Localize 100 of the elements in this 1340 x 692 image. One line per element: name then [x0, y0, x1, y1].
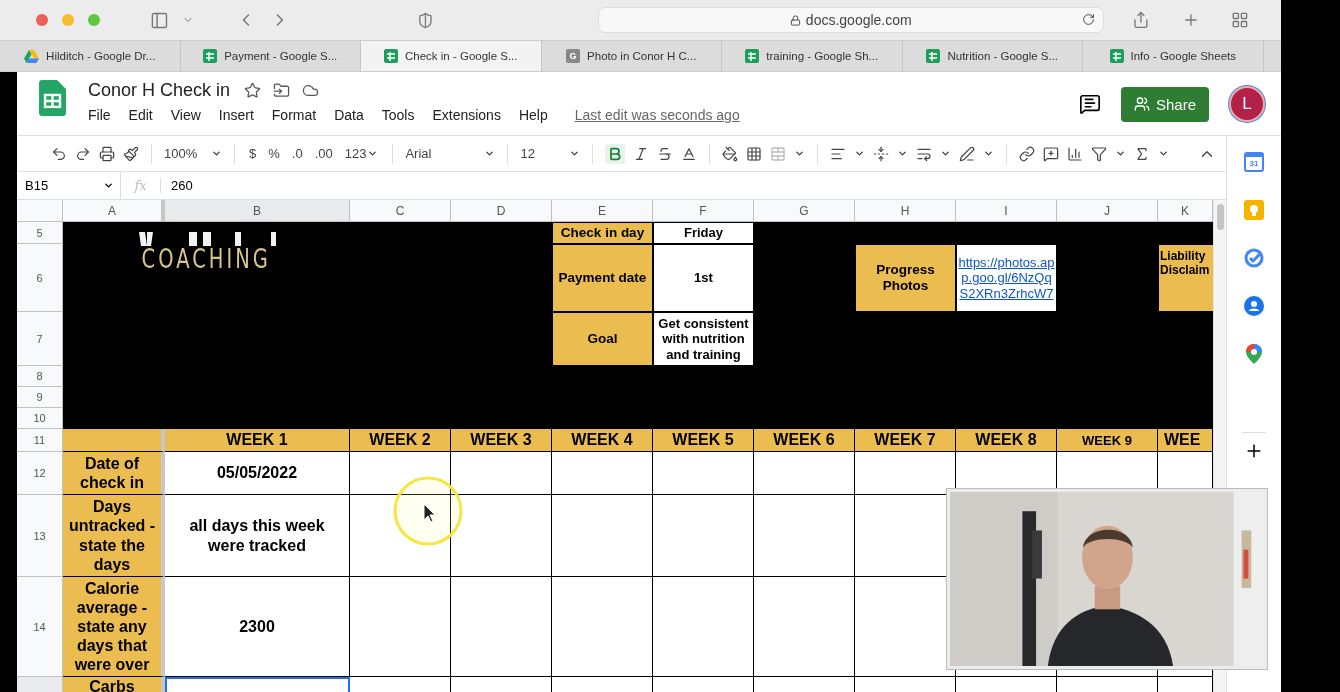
font-select[interactable]: Arial: [405, 146, 496, 161]
caret-icon[interactable]: [794, 148, 806, 159]
zoom-select[interactable]: 100%: [164, 146, 222, 161]
table-cell[interactable]: [350, 452, 451, 495]
redo-icon[interactable]: [75, 145, 91, 162]
column-header[interactable]: B: [165, 200, 350, 222]
table-cell[interactable]: [552, 495, 653, 577]
table-cell[interactable]: [653, 452, 754, 495]
table-cell[interactable]: [653, 577, 754, 677]
reload-icon[interactable]: [1081, 13, 1095, 26]
table-cell[interactable]: [552, 452, 653, 495]
strikethrough-icon[interactable]: [657, 145, 674, 162]
caret-icon[interactable]: [940, 148, 952, 159]
table-cell[interactable]: [754, 452, 855, 495]
paint-format-icon[interactable]: [123, 145, 139, 162]
contacts-icon[interactable]: [1244, 296, 1264, 316]
avatar[interactable]: L: [1229, 86, 1265, 122]
info-value[interactable]: Friday: [653, 222, 754, 244]
menu-item[interactable]: Format: [262, 107, 326, 123]
print-icon[interactable]: [99, 145, 115, 162]
number-format-button[interactable]: 123: [342, 144, 381, 163]
increase-decimal-button[interactable]: .00: [312, 144, 335, 163]
share-icon[interactable]: [1131, 11, 1150, 29]
comments-icon[interactable]: [1079, 93, 1101, 115]
table-cell[interactable]: 05/05/2022: [165, 452, 350, 495]
caret-icon[interactable]: [983, 148, 995, 159]
menu-item[interactable]: Edit: [119, 107, 162, 123]
column-header[interactable]: K: [1158, 200, 1213, 222]
table-cell[interactable]: all days this week were tracked: [165, 495, 350, 577]
add-comment-icon[interactable]: [1043, 145, 1060, 162]
link-icon[interactable]: [1019, 145, 1036, 162]
menu-item[interactable]: File: [88, 107, 120, 123]
row-header[interactable]: 7: [17, 312, 63, 366]
row-header[interactable]: 13: [17, 495, 63, 577]
table-cell[interactable]: [451, 495, 552, 577]
menu-item[interactable]: Help: [509, 107, 557, 123]
caret-icon[interactable]: [1115, 148, 1127, 159]
column-header[interactable]: F: [653, 200, 754, 222]
text-color-icon[interactable]: [681, 145, 698, 162]
caret-icon[interactable]: [211, 148, 222, 159]
caret-icon[interactable]: [484, 148, 496, 159]
cloud-icon[interactable]: [302, 82, 320, 99]
percent-button[interactable]: %: [266, 144, 282, 163]
currency-button[interactable]: $: [247, 144, 259, 163]
row-header[interactable]: 9: [17, 387, 63, 408]
formula-input[interactable]: 260: [161, 178, 193, 193]
table-cell[interactable]: [451, 452, 552, 495]
menu-item[interactable]: Insert: [209, 107, 263, 123]
row-header[interactable]: 14: [17, 577, 63, 677]
row-header[interactable]: 10: [17, 408, 63, 429]
table-cell[interactable]: [451, 577, 552, 677]
undo-icon[interactable]: [51, 145, 67, 162]
decrease-decimal-button[interactable]: .0: [289, 144, 305, 163]
filter-icon[interactable]: [1091, 145, 1108, 162]
caret-icon[interactable]: [367, 148, 379, 159]
tasks-icon[interactable]: [1244, 248, 1264, 268]
share-button[interactable]: Share: [1121, 86, 1209, 122]
menu-item[interactable]: View: [161, 107, 210, 123]
last-edit-link[interactable]: Last edit was seconds ago: [574, 107, 740, 123]
calendar-icon[interactable]: 31: [1244, 152, 1264, 172]
row-header[interactable]: 6: [17, 244, 63, 312]
menu-item[interactable]: Data: [325, 107, 373, 123]
caret-icon[interactable]: [854, 148, 866, 159]
caret-icon[interactable]: [1158, 148, 1170, 159]
star-icon[interactable]: [244, 82, 262, 99]
column-header[interactable]: E: [552, 200, 653, 222]
browser-tab[interactable]: Nutrition - Google S...: [902, 41, 1083, 71]
borders-icon[interactable]: [746, 145, 763, 162]
column-header[interactable]: A: [63, 200, 165, 222]
table-cell[interactable]: [754, 577, 855, 677]
row-header[interactable]: 5: [17, 222, 63, 244]
sheets-logo-icon[interactable]: [39, 80, 66, 116]
vertical-align-icon[interactable]: [873, 145, 890, 162]
chart-icon[interactable]: [1067, 145, 1084, 162]
column-header[interactable]: I: [956, 200, 1057, 222]
table-cell[interactable]: [350, 577, 451, 677]
table-cell[interactable]: [754, 495, 855, 577]
column-header[interactable]: C: [350, 200, 451, 222]
row-header[interactable]: 11: [17, 429, 63, 452]
browser-tab[interactable]: training - Google Sh...: [722, 41, 903, 71]
caret-icon[interactable]: [569, 148, 581, 159]
column-header[interactable]: J: [1057, 200, 1158, 222]
browser-tab[interactable]: Hilditch - Google Dr...: [0, 41, 181, 71]
table-cell[interactable]: [653, 495, 754, 577]
table-cell[interactable]: [552, 577, 653, 677]
menu-item[interactable]: Tools: [372, 107, 424, 123]
close-button[interactable]: [36, 14, 48, 26]
menu-item[interactable]: Extensions: [423, 107, 510, 123]
move-folder-icon[interactable]: [273, 82, 291, 99]
address-bar[interactable]: docs.google.com: [597, 7, 1104, 33]
column-header[interactable]: D: [451, 200, 552, 222]
tab-overview-icon[interactable]: [1231, 11, 1250, 29]
browser-tab[interactable]: Check in - Google S...: [361, 41, 542, 71]
bold-button[interactable]: [605, 143, 626, 164]
shield-icon[interactable]: [417, 11, 434, 29]
row-header[interactable]: 8: [17, 366, 63, 387]
fill-color-icon[interactable]: [722, 145, 739, 162]
sidebar-icon[interactable]: [149, 10, 169, 30]
info-value[interactable]: 1st: [653, 244, 754, 312]
font-size-select[interactable]: 12: [520, 146, 581, 161]
